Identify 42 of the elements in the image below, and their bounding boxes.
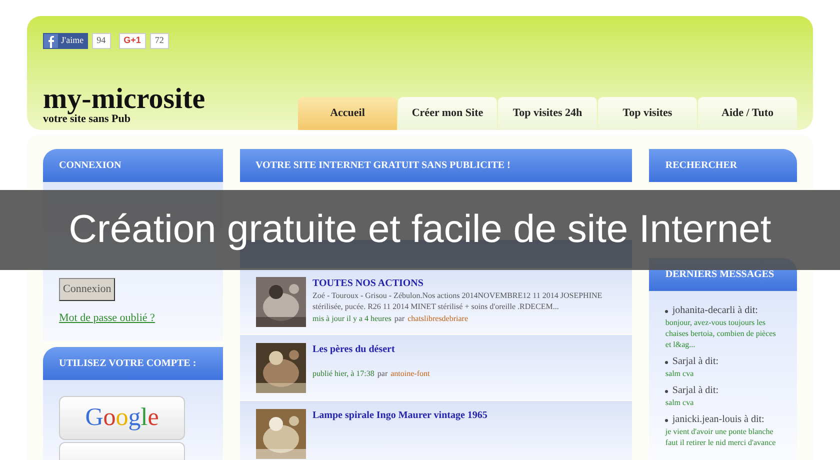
nav-tab[interactable]: Créer mon Site	[398, 97, 497, 130]
nav-tab[interactable]: Aide / Tuto	[698, 97, 797, 130]
nav-tab[interactable]: Accueil	[298, 97, 397, 130]
site-title-link[interactable]: Lampe spirale Ingo Maurer vintage 1965	[312, 408, 488, 422]
plus-one-button[interactable]: G+1	[118, 33, 146, 49]
message-text: bonjour, avez-vous toujours les chaises bertoia, combien de pièces et l&ag...	[665, 317, 777, 350]
panel-header: UTILISEZ VOTRE COMPTE :	[43, 346, 222, 380]
nav-tab[interactable]: Top visites 24h	[498, 97, 597, 130]
title-banner: Création gratuite et facile de site Internet	[0, 190, 840, 270]
update-time: mis à jour il y a 4 heures	[312, 313, 392, 324]
panel-header: CONNEXION	[43, 149, 222, 182]
facebook-icon	[44, 34, 58, 48]
google-login-button[interactable]: Google	[59, 396, 185, 440]
site-tagline: votre site sans Pub	[43, 113, 130, 125]
message-author: Sarjal à dit:	[672, 356, 719, 368]
message-text: salm cva	[665, 368, 695, 379]
message-text: salm cva	[665, 397, 695, 408]
update-time: publié hier, à 17:38	[312, 368, 374, 379]
site-title-link[interactable]: Les pères du désert	[312, 342, 430, 356]
share-count: 94	[92, 33, 111, 49]
panel-header: VOTRE SITE INTERNET GRATUIT SANS PUBLICITE !	[240, 149, 632, 182]
bullet-icon	[665, 418, 668, 422]
like-button[interactable]: J'aime	[43, 33, 88, 49]
nav-tab[interactable]: Top visites	[598, 97, 697, 130]
site-description: Zoé - Touroux - Grisou - Zébulon.Nos actions 2014NOVEMBRE12 11 2014 JOSEPHINE stérilisée, pucée. R26 11 2014 MINET stérilisé + soins d'oreille .RDECEM...	[312, 290, 604, 312]
panel-header: RECHERCHER	[649, 149, 797, 182]
site-logo: my-microsite	[43, 85, 206, 113]
by-label: par	[394, 313, 405, 324]
forgot-password-link[interactable]: Mot de passe oublié ?	[59, 310, 206, 326]
message-text: je vient d'avoir une ponte blanche faut il retirer le nid merci d'avance	[665, 426, 777, 448]
bullet-icon	[665, 360, 668, 364]
share-count: 72	[150, 33, 169, 49]
author-link[interactable]: chatslibresdebriare	[408, 313, 468, 324]
site-title-link[interactable]: TOUTES NOS ACTIONS	[312, 277, 616, 290]
bullet-icon	[665, 390, 668, 392]
message-author: johanita-decarli à dit:	[672, 305, 758, 317]
by-label: par	[377, 368, 388, 379]
author-link[interactable]: antoine-font	[390, 368, 430, 379]
login-button[interactable]: Connexion	[59, 278, 116, 301]
message-author: Sarjal à dit:	[672, 385, 719, 397]
message-author: janicki.jean-louis à dit:	[672, 414, 764, 426]
bullet-icon	[665, 310, 668, 312]
